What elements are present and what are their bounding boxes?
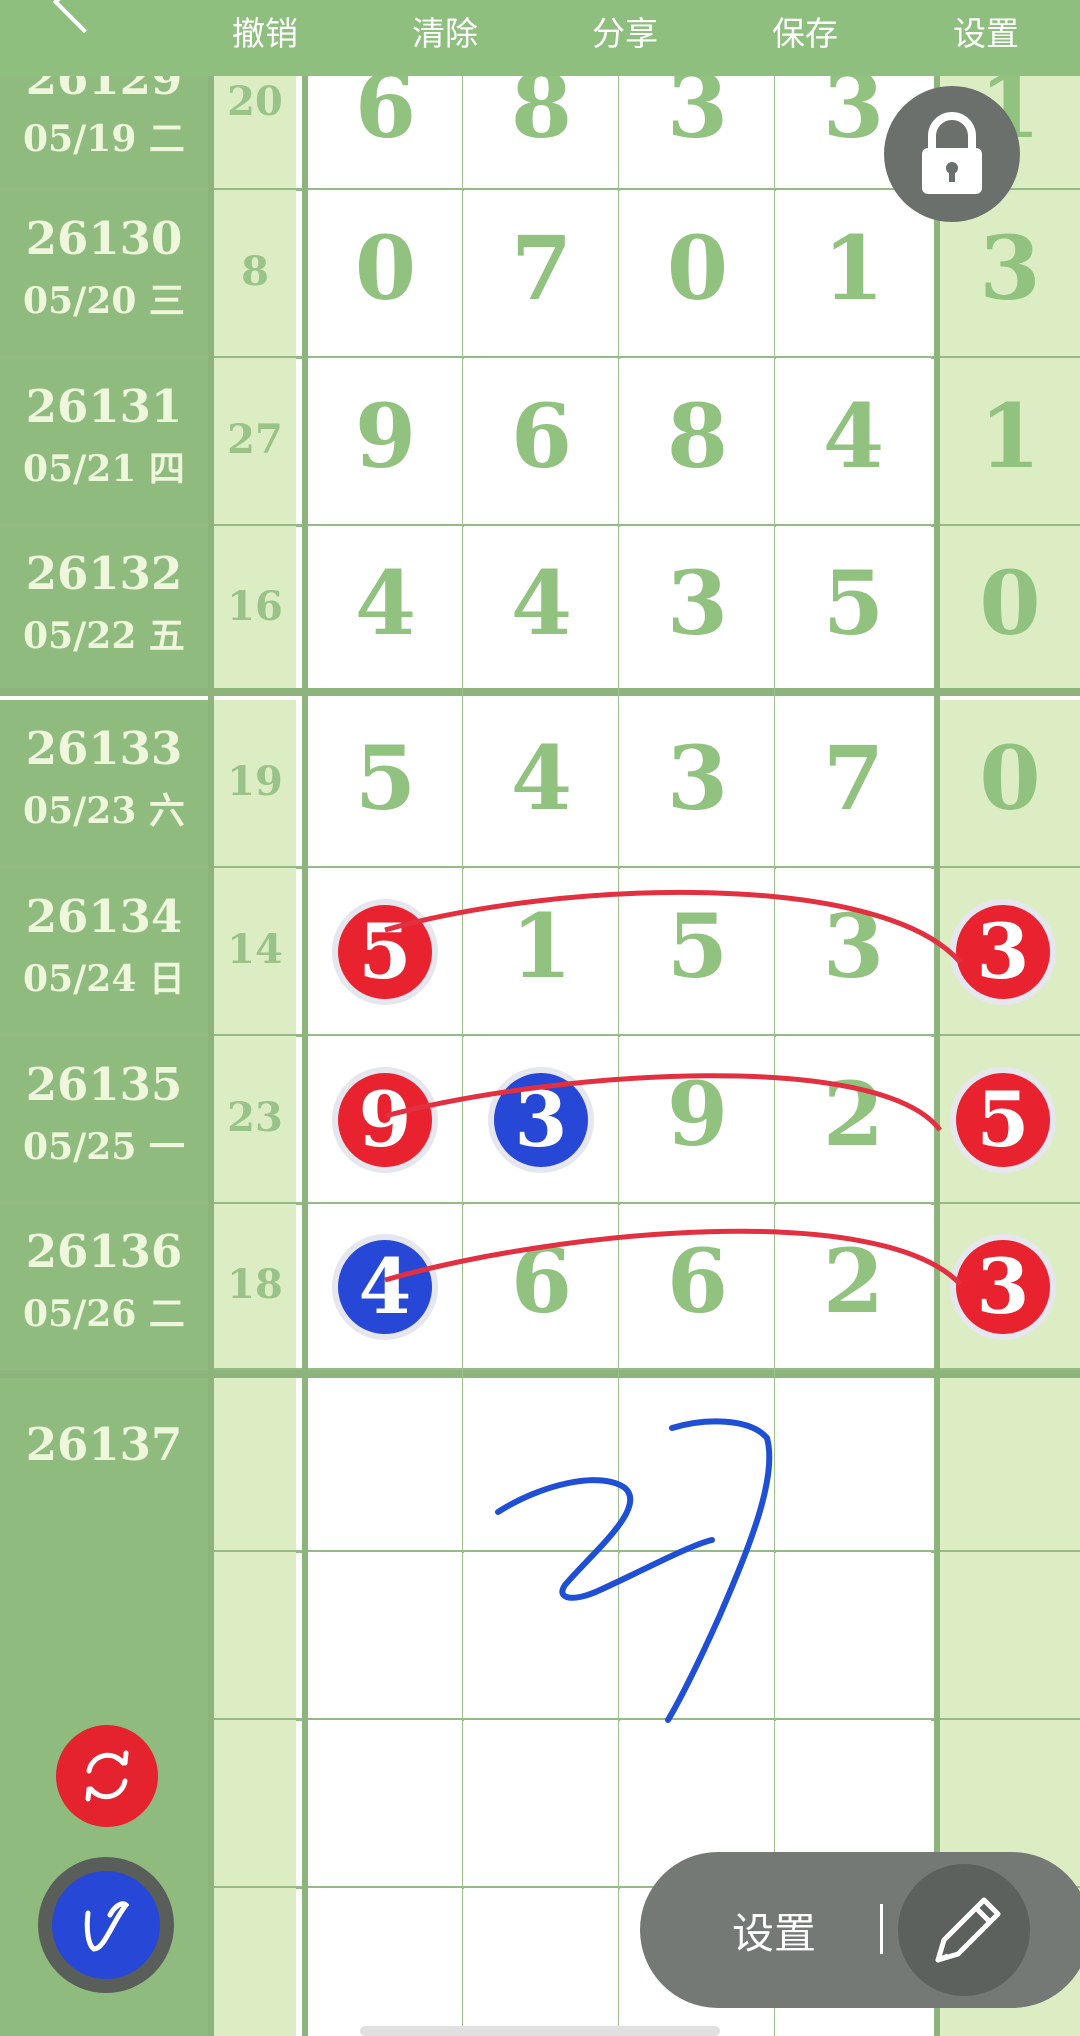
connect-stroke: [384, 890, 962, 964]
lock-button[interactable]: [884, 86, 1020, 222]
floating-tool-bar: 设置: [640, 1852, 1080, 2008]
connect-stroke: [384, 1228, 962, 1286]
handwriting-stroke: [495, 1477, 715, 1601]
home-indicator: [360, 2026, 720, 2036]
float-settings-button[interactable]: 设置: [732, 1900, 816, 1961]
connect-stroke: [384, 1073, 942, 1132]
lock-icon: [922, 112, 982, 194]
drawing-overlay: [384, 890, 962, 1723]
refresh-icon: [85, 1750, 129, 1802]
share-button[interactable]: 分享: [592, 8, 658, 60]
undo-button[interactable]: 撤销: [232, 8, 298, 60]
clear-button[interactable]: 清除: [412, 8, 478, 60]
settings-button[interactable]: 设置: [953, 8, 1019, 60]
pencil-icon: [935, 1897, 1001, 1963]
handwriting-stroke: [665, 1418, 773, 1723]
refresh-button[interactable]: [56, 1725, 158, 1827]
pen-button[interactable]: [898, 1864, 1030, 1996]
pen-mode-button[interactable]: [38, 1857, 174, 1993]
pen-mode-icon: [84, 1901, 130, 1952]
divider: [880, 1904, 883, 1954]
chart-page: 撤销 清除 分享 保存 设置 26129 05/19 二 20 6 8 3 3 1 26130 0…: [0, 0, 1080, 2036]
save-button[interactable]: 保存: [772, 8, 838, 60]
back-icon[interactable]: [52, 0, 116, 34]
top-toolbar: 撤销 清除 分享 保存 设置: [0, 0, 1080, 76]
pen-color-swatch: [52, 1871, 160, 1979]
